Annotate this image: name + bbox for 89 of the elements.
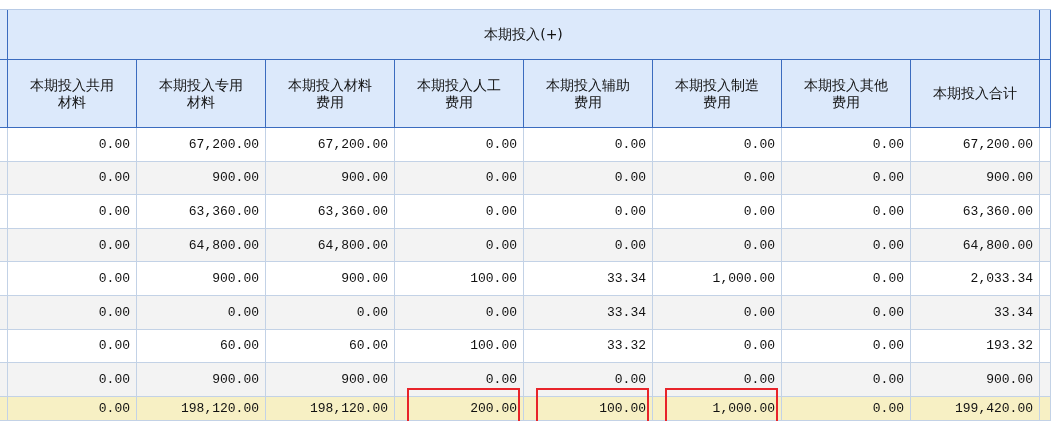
table-cell: 0.00 xyxy=(8,329,137,364)
table-cell: 64,800.00 xyxy=(266,228,395,263)
table-cell: 0.00 xyxy=(782,262,911,296)
table-cell: 0.00 xyxy=(653,295,782,330)
table-cell: 100.00 xyxy=(395,329,524,364)
table-cell: 0.00 xyxy=(524,128,653,162)
table-cell: 0.00 xyxy=(653,363,782,397)
table-cell: 0.00 xyxy=(524,228,653,263)
table-cell: 0.00 xyxy=(395,295,524,330)
table-cell: 33.32 xyxy=(524,329,653,364)
table-cell: 0.00 xyxy=(8,262,137,296)
table-cell: 2,033.34 xyxy=(911,262,1040,296)
table-cell: 0.00 xyxy=(8,295,137,330)
table-cell: 0.00 xyxy=(395,228,524,263)
table-cell: 63,360.00 xyxy=(137,195,266,229)
table-cell: 0.00 xyxy=(8,195,137,229)
table-cell: 67,200.00 xyxy=(911,128,1040,162)
group-header: 本期投入(+) xyxy=(8,10,1040,60)
table-cell: 900.00 xyxy=(266,262,395,296)
total-cell: 198,120.00 xyxy=(137,396,266,421)
table-cell: 0.00 xyxy=(653,329,782,364)
table-cell: 60.00 xyxy=(266,329,395,364)
table-cell: 0.00 xyxy=(782,128,911,162)
table-cell: 0.00 xyxy=(782,363,911,397)
column-header[interactable]: 本期投入制造费用 xyxy=(653,60,782,128)
table-cell: 63,360.00 xyxy=(266,195,395,229)
table-cell: 64,800.00 xyxy=(137,228,266,263)
column-header[interactable]: 本期投入辅助费用 xyxy=(524,60,653,128)
table-cell: 900.00 xyxy=(137,363,266,397)
table-cell: 193.32 xyxy=(911,329,1040,364)
edge-cell xyxy=(1040,195,1051,229)
table-cell: 0.00 xyxy=(8,363,137,397)
table-cell: 0.00 xyxy=(137,295,266,330)
table-cell: 0.00 xyxy=(653,195,782,229)
table-cell: 67,200.00 xyxy=(137,128,266,162)
table-cell: 0.00 xyxy=(395,128,524,162)
table-cell: 60.00 xyxy=(137,329,266,364)
table-cell: 0.00 xyxy=(653,128,782,162)
edge-cell xyxy=(1040,228,1051,263)
table-cell: 0.00 xyxy=(653,161,782,196)
total-cell: 199,420.00 xyxy=(911,396,1040,421)
header-cell xyxy=(1040,10,1051,60)
edge-cell xyxy=(1040,128,1051,162)
table-cell: 0.00 xyxy=(8,228,137,263)
column-header[interactable]: 本期投入其他费用 xyxy=(782,60,911,128)
table-cell: 33.34 xyxy=(524,295,653,330)
total-cell: 0.00 xyxy=(782,396,911,421)
table-cell: 0.00 xyxy=(395,363,524,397)
table-cell: 0.00 xyxy=(8,161,137,196)
table-cell: 33.34 xyxy=(524,262,653,296)
table-cell: 100.00 xyxy=(395,262,524,296)
table-cell: 0.00 xyxy=(266,295,395,330)
column-header[interactable]: 本期投入共用材料 xyxy=(8,60,137,128)
table-cell: 0.00 xyxy=(782,329,911,364)
table-cell: 900.00 xyxy=(137,262,266,296)
edge-cell xyxy=(1040,363,1051,397)
table-cell: 900.00 xyxy=(137,161,266,196)
table-cell: 0.00 xyxy=(653,228,782,263)
table-cell: 67,200.00 xyxy=(266,128,395,162)
table-cell: 64,800.00 xyxy=(911,228,1040,263)
edge-cell xyxy=(1040,161,1051,196)
column-header[interactable]: 本期投入材料费用 xyxy=(266,60,395,128)
column-header[interactable]: 本期投入专用材料 xyxy=(137,60,266,128)
table-cell: 0.00 xyxy=(524,195,653,229)
total-cell: 198,120.00 xyxy=(266,396,395,421)
table-cell: 900.00 xyxy=(266,161,395,196)
table-cell: 0.00 xyxy=(782,295,911,330)
table-cell: 63,360.00 xyxy=(911,195,1040,229)
table-cell: 900.00 xyxy=(266,363,395,397)
table-cell: 900.00 xyxy=(911,363,1040,397)
table-cell: 0.00 xyxy=(524,161,653,196)
table-cell: 0.00 xyxy=(782,195,911,229)
edge-cell xyxy=(1040,329,1051,364)
edge-cell xyxy=(1040,295,1051,330)
table-cell: 0.00 xyxy=(395,195,524,229)
table-cell: 0.00 xyxy=(782,161,911,196)
table-cell: 0.00 xyxy=(8,128,137,162)
table-cell: 0.00 xyxy=(395,161,524,196)
edge-cell xyxy=(1040,262,1051,296)
table-cell: 900.00 xyxy=(911,161,1040,196)
table-cell: 0.00 xyxy=(782,228,911,263)
total-cell: 0.00 xyxy=(8,396,137,421)
table-cell: 33.34 xyxy=(911,295,1040,330)
table-cell: 0.00 xyxy=(524,363,653,397)
column-header[interactable]: 本期投入人工费用 xyxy=(395,60,524,128)
edge-cell xyxy=(1040,396,1051,421)
column-header[interactable]: 本期投入合计 xyxy=(911,60,1040,128)
header-cell xyxy=(1040,60,1051,128)
table-cell: 1,000.00 xyxy=(653,262,782,296)
